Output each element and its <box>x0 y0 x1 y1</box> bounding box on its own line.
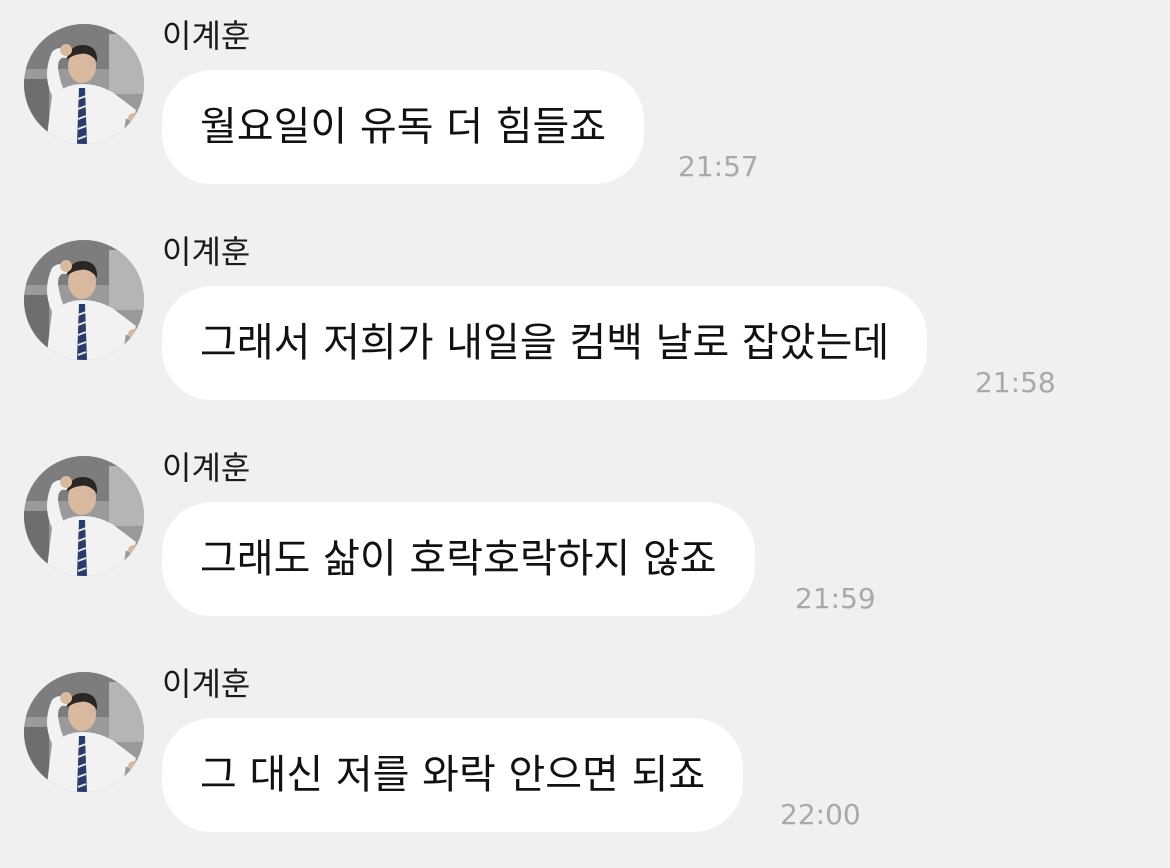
message-bubble[interactable]: 월요일이 유독 더 힘들죠 <box>162 70 645 184</box>
avatar[interactable] <box>24 672 144 792</box>
profile-photo-icon <box>24 24 144 144</box>
message-timestamp: 22:00 <box>780 798 861 831</box>
sender-name: 이계훈 <box>162 665 251 703</box>
sender-name: 이계훈 <box>162 449 251 487</box>
message-bubble[interactable]: 그래서 저희가 내일을 컴백 날로 잡았는데 <box>162 286 928 400</box>
message-group: 이계훈 그래서 저희가 내일을 컴백 날로 잡았는데 21:58 <box>0 216 1170 416</box>
message-group: 이계훈 월요일이 유독 더 힘들죠 21:57 <box>0 0 1170 200</box>
message-timestamp: 21:57 <box>678 150 759 183</box>
sender-name: 이계훈 <box>162 17 251 55</box>
sender-name: 이계훈 <box>162 233 251 271</box>
profile-photo-icon <box>24 672 144 792</box>
avatar[interactable] <box>24 24 144 144</box>
avatar[interactable] <box>24 456 144 576</box>
profile-photo-icon <box>24 240 144 360</box>
message-group: 이계훈 그래도 삶이 호락호락하지 않죠 21:59 <box>0 432 1170 632</box>
message-group: 이계훈 그 대신 저를 와락 안으면 되죠 22:00 <box>0 648 1170 848</box>
message-timestamp: 21:58 <box>975 366 1056 399</box>
message-timestamp: 21:59 <box>795 582 876 615</box>
avatar[interactable] <box>24 240 144 360</box>
message-bubble[interactable]: 그래도 삶이 호락호락하지 않죠 <box>162 502 755 616</box>
profile-photo-icon <box>24 456 144 576</box>
message-bubble[interactable]: 그 대신 저를 와락 안으면 되죠 <box>162 718 744 832</box>
